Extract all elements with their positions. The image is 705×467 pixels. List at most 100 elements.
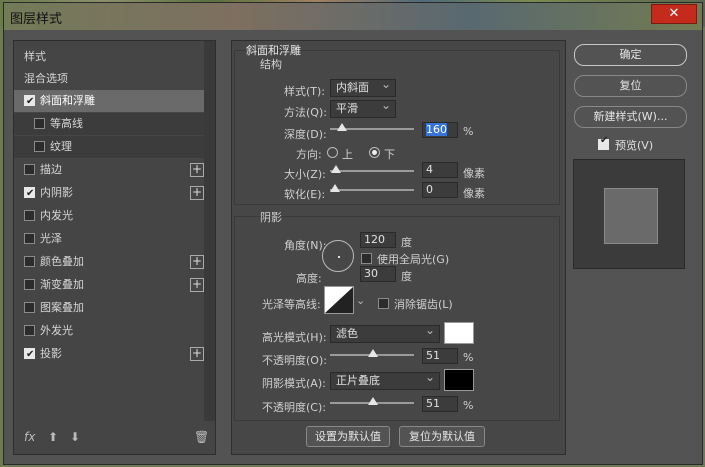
global-light-label: 使用全局光(G)	[377, 253, 450, 266]
title-bar[interactable]: 图层样式 ✕	[4, 3, 702, 30]
sidebar-item-6[interactable]: 光泽	[14, 228, 204, 250]
size-slider-thumb[interactable]	[331, 165, 342, 173]
contour-dropdown-icon[interactable]: ⌄	[356, 294, 365, 307]
sidebar-item-11[interactable]: 投影 +	[14, 343, 204, 366]
highlight-opacity-unit: %	[463, 351, 474, 364]
sidebar-item-label: 等高线	[50, 117, 83, 130]
size-slider[interactable]	[330, 165, 414, 173]
sidebar-item-checkbox[interactable]	[24, 210, 35, 221]
global-light-checkbox[interactable]	[361, 253, 372, 264]
styles-list-toolbar: fx ⬆ ⬇ 🗑	[14, 424, 215, 454]
style-select[interactable]: 内斜面	[330, 76, 396, 97]
direction-down-label: 下	[384, 148, 395, 161]
sidebar-item-7[interactable]: 颜色叠加 +	[14, 251, 204, 273]
fx-icon[interactable]: fx	[24, 430, 35, 444]
sidebar-item-9[interactable]: 图案叠加	[14, 297, 204, 319]
antialias-checkbox[interactable]	[378, 298, 389, 309]
angle-dial[interactable]	[322, 240, 354, 272]
new-style-button[interactable]: 新建样式(W)...	[574, 106, 687, 128]
highlight-mode-select[interactable]: 滤色	[330, 322, 440, 343]
method-label: 方法(Q):	[284, 106, 327, 119]
shading-title: 阴影	[260, 211, 282, 224]
sidebar-item-checkbox[interactable]	[24, 325, 35, 336]
sidebar-item-checkbox[interactable]	[24, 256, 35, 267]
size-unit: 像素	[463, 167, 485, 180]
shadow-opacity-input[interactable]: 51	[422, 396, 458, 412]
preview-checkbox[interactable]	[598, 135, 609, 150]
shadow-color-swatch[interactable]	[444, 369, 474, 391]
sidebar-item-checkbox[interactable]	[24, 91, 35, 113]
shadow-mode-select[interactable]: 正片叠底	[330, 369, 440, 390]
add-effect-icon[interactable]: +	[190, 278, 204, 292]
sidebar-item-checkbox[interactable]	[34, 118, 45, 129]
add-effect-icon[interactable]: +	[190, 255, 204, 269]
highlight-opacity-thumb[interactable]	[367, 349, 378, 357]
soften-input[interactable]: 0	[422, 182, 458, 198]
highlight-color-swatch[interactable]	[444, 322, 474, 344]
close-button[interactable]: ✕	[651, 4, 697, 24]
styles-list-panel: 样式 混合选项 斜面和浮雕等高线纹理描边 + 内阴影 + 内发光光泽颜色叠加 + 渐变叠加 +…	[13, 40, 216, 455]
move-down-icon[interactable]: ⬇	[70, 430, 80, 444]
sidebar-item-checkbox[interactable]	[24, 279, 35, 290]
direction-label: 方向:	[296, 148, 322, 161]
window-title: 图层样式	[10, 12, 63, 27]
depth-input[interactable]: 160	[422, 122, 458, 138]
soften-unit: 像素	[463, 187, 485, 200]
sidebar-item-checkbox[interactable]	[24, 302, 35, 313]
direction-down-radio[interactable]	[369, 147, 380, 158]
reset-button[interactable]: 复位	[574, 75, 687, 97]
angle-label: 角度(N):	[284, 239, 327, 252]
trash-icon[interactable]: 🗑	[194, 430, 209, 444]
sidebar-item-8[interactable]: 渐变叠加 +	[14, 274, 204, 296]
gloss-contour-label: 光泽等高线:	[262, 298, 321, 311]
reset-default-button[interactable]: 复位为默认值	[399, 426, 485, 447]
direction-up-label: 上	[342, 148, 353, 161]
sidebar-item-checkbox[interactable]	[24, 233, 35, 244]
sidebar-item-checkbox[interactable]	[24, 164, 35, 175]
highlight-mode-label: 高光模式(H):	[262, 331, 327, 344]
gloss-contour-picker[interactable]	[324, 286, 354, 314]
set-default-button[interactable]: 设置为默认值	[306, 426, 390, 447]
size-input[interactable]: 4	[422, 162, 458, 178]
soften-slider-thumb[interactable]	[330, 184, 340, 192]
preview-thumbnail	[573, 159, 685, 269]
direction-up-radio[interactable]	[327, 147, 338, 158]
sidebar-item-label: 内阴影	[40, 186, 73, 199]
angle-input[interactable]: 120	[360, 232, 396, 248]
sidebar-item-checkbox[interactable]	[34, 141, 45, 152]
add-effect-icon[interactable]: +	[190, 347, 204, 361]
sidebar-item-checkbox[interactable]	[24, 344, 35, 366]
ok-button[interactable]: 确定	[574, 44, 687, 66]
move-up-icon[interactable]: ⬆	[48, 430, 58, 444]
shadow-opacity-thumb[interactable]	[367, 397, 378, 405]
highlight-opacity-slider[interactable]	[330, 349, 414, 357]
blending-options-item[interactable]: 混合选项	[14, 68, 204, 90]
depth-slider-thumb[interactable]	[337, 123, 348, 131]
sidebar-item-5[interactable]: 内发光	[14, 205, 204, 227]
highlight-opacity-input[interactable]: 51	[422, 348, 458, 364]
altitude-unit: 度	[401, 270, 412, 283]
sidebar-item-label: 描边	[40, 163, 62, 176]
add-effect-icon[interactable]: +	[190, 186, 204, 200]
sidebar-item-1[interactable]: 等高线	[14, 113, 204, 135]
depth-slider[interactable]	[330, 123, 414, 131]
styles-header-label: 样式	[24, 50, 46, 63]
add-effect-icon[interactable]: +	[190, 163, 204, 177]
sidebar-item-2[interactable]: 纹理	[14, 136, 204, 158]
sidebar-item-3[interactable]: 描边 +	[14, 159, 204, 181]
highlight-opacity-label: 不透明度(O):	[262, 354, 327, 367]
method-select[interactable]: 平滑	[330, 97, 396, 118]
depth-label: 深度(D):	[284, 128, 327, 141]
soften-slider[interactable]	[330, 184, 414, 192]
sidebar-item-4[interactable]: 内阴影 +	[14, 182, 204, 205]
styles-header[interactable]: 样式	[14, 46, 204, 68]
styles-list-scrollbar[interactable]	[204, 41, 215, 421]
sidebar-item-0[interactable]: 斜面和浮雕	[14, 90, 204, 113]
shadow-opacity-slider[interactable]	[330, 397, 414, 405]
sidebar-item-10[interactable]: 外发光	[14, 320, 204, 342]
size-label: 大小(Z):	[284, 168, 326, 181]
altitude-input[interactable]: 30	[360, 266, 396, 282]
sidebar-item-label: 图案叠加	[40, 301, 84, 314]
shadow-opacity-unit: %	[463, 399, 474, 412]
sidebar-item-checkbox[interactable]	[24, 183, 35, 205]
